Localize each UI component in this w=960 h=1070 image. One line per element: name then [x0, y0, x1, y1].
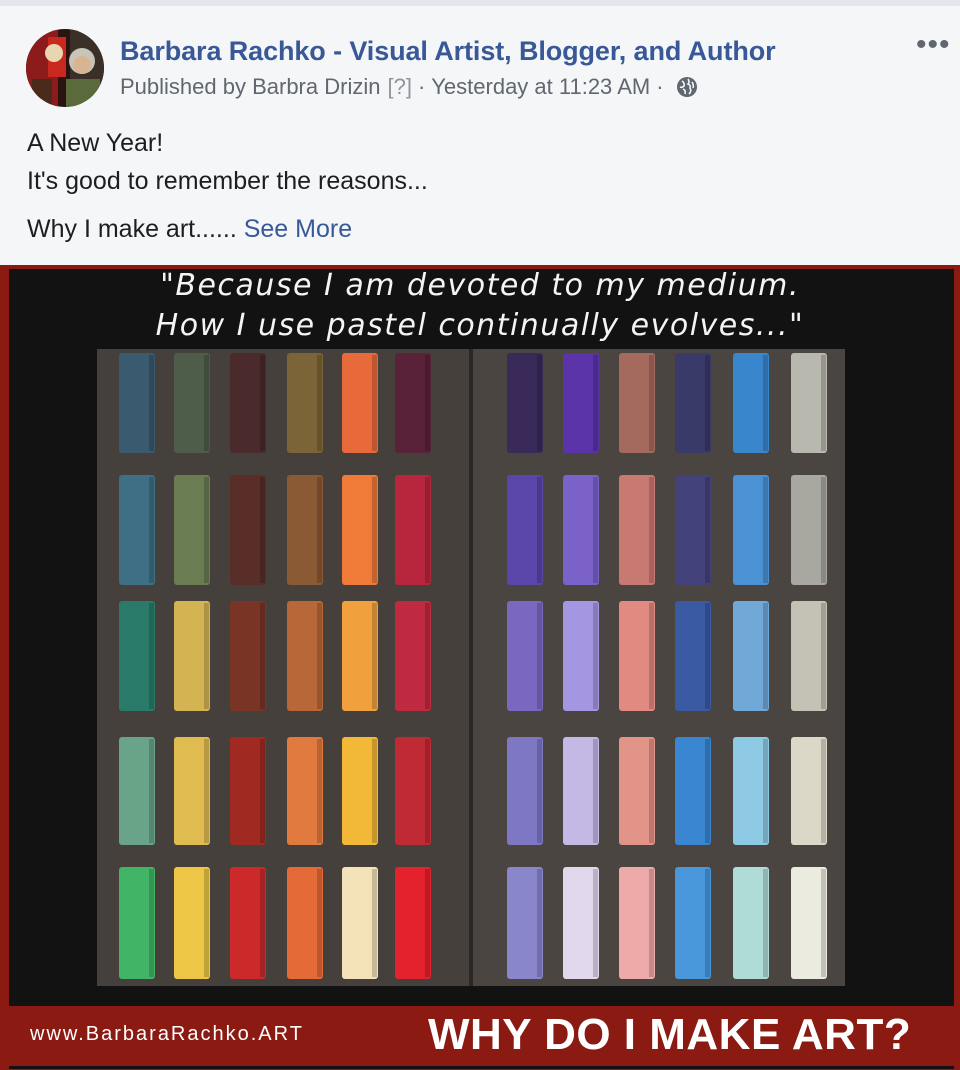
- pastel-stick-shade: [537, 603, 542, 709]
- pastel-stick-shade: [705, 477, 710, 583]
- post-meta: Published by Barbra Drizin [?] · Yesterd…: [120, 74, 698, 100]
- pastel-stick-shade: [260, 603, 265, 709]
- pastel-stick-shade: [593, 603, 598, 709]
- pastel-stick-shade: [317, 477, 322, 583]
- pastel-stick-shade: [204, 869, 209, 977]
- pastel-stick-shade: [317, 869, 322, 977]
- pastel-stick-shade: [372, 477, 377, 583]
- pastel-stick-shade: [593, 869, 598, 977]
- pastel-stick-shade: [649, 477, 654, 583]
- post-timestamp[interactable]: Yesterday at 11:23 AM: [431, 74, 650, 100]
- pastel-stick-shade: [821, 739, 826, 843]
- pastel-stick-shade: [537, 869, 542, 977]
- pastel-stick-shade: [649, 355, 654, 451]
- published-by[interactable]: Published by Barbra Drizin: [120, 74, 380, 100]
- image-quote-line-2: How I use pastel continually evolves...": [155, 308, 805, 343]
- pastel-stick-shade: [763, 869, 768, 977]
- pastel-stick-shade: [149, 477, 154, 583]
- pastel-stick-shade: [317, 355, 322, 451]
- pastel-stick-shade: [649, 869, 654, 977]
- pastel-stick-shade: [149, 603, 154, 709]
- website-text: www.BarbaraRachko.ART: [30, 1023, 304, 1045]
- see-more-link[interactable]: See More: [244, 215, 352, 243]
- separator: ·: [656, 74, 664, 99]
- pastel-stick-shade: [821, 477, 826, 583]
- pastel-stick-shade: [204, 477, 209, 583]
- separator: ·: [417, 74, 426, 99]
- post-text-line-2: It's good to remember the reasons...: [27, 167, 428, 195]
- pastel-stick-shade: [425, 355, 430, 451]
- pastel-stick-shade: [425, 477, 430, 583]
- page-avatar[interactable]: [26, 29, 104, 107]
- pastel-stick-shade: [593, 739, 598, 843]
- image-headline: WHY DO I MAKE ART?: [428, 1010, 912, 1059]
- page-name-link[interactable]: Barbara Rachko - Visual Artist, Blogger,…: [120, 36, 776, 67]
- post-text-line-3: Why I make art...... See More: [27, 215, 352, 244]
- pastel-stick-shade: [763, 739, 768, 843]
- pastel-stick-shade: [317, 739, 322, 843]
- pastel-stick-shade: [593, 355, 598, 451]
- pastel-stick-shade: [821, 869, 826, 977]
- pastel-stick-shade: [705, 739, 710, 843]
- pastel-stick-shade: [763, 603, 768, 709]
- pastel-stick-shade: [537, 477, 542, 583]
- more-options-icon[interactable]: •••: [916, 30, 951, 60]
- pastel-stick-shade: [149, 739, 154, 843]
- help-marker[interactable]: [?]: [387, 74, 411, 100]
- pastel-stick-shade: [204, 603, 209, 709]
- pastel-stick-shade: [260, 477, 265, 583]
- pastel-stick-shade: [149, 355, 154, 451]
- pastel-stick-shade: [317, 603, 322, 709]
- pastel-stick-shade: [593, 477, 598, 583]
- pastel-stick-shade: [705, 603, 710, 709]
- pastel-stick-shade: [425, 869, 430, 977]
- pastel-tray-photo: [97, 349, 845, 986]
- pastel-stick-shade: [763, 477, 768, 583]
- pastel-stick-shade: [537, 739, 542, 843]
- pastel-tray-svg: [97, 349, 845, 986]
- pastel-stick-shade: [649, 603, 654, 709]
- pastel-stick-shade: [372, 869, 377, 977]
- post-border: [0, 0, 960, 6]
- pastel-stick-shade: [425, 739, 430, 843]
- pastel-stick-shade: [204, 355, 209, 451]
- feed-post: Barbara Rachko - Visual Artist, Blogger,…: [0, 0, 960, 1070]
- image-quote-line-1: "Because I am devoted to my medium.: [160, 268, 800, 303]
- pastel-stick-shade: [149, 869, 154, 977]
- pastel-stick-shade: [821, 355, 826, 451]
- pastel-stick-shade: [705, 869, 710, 977]
- pastel-stick-shade: [649, 739, 654, 843]
- pastel-stick-shade: [260, 869, 265, 977]
- pastel-stick-shade: [372, 739, 377, 843]
- pastel-stick-shade: [821, 603, 826, 709]
- pastel-stick-shade: [372, 603, 377, 709]
- post-text-why: Why I make art......: [27, 215, 237, 243]
- globe-icon[interactable]: [676, 76, 698, 98]
- pastel-stick-shade: [372, 355, 377, 451]
- pastel-stick-shade: [537, 355, 542, 451]
- post-text-line-1: A New Year!: [27, 129, 164, 157]
- pastel-stick-shade: [204, 739, 209, 843]
- pastel-stick-shade: [260, 355, 265, 451]
- pastel-stick-shade: [763, 355, 768, 451]
- pastel-stick-shade: [260, 739, 265, 843]
- pastel-stick-shade: [425, 603, 430, 709]
- pastel-stick-shade: [705, 355, 710, 451]
